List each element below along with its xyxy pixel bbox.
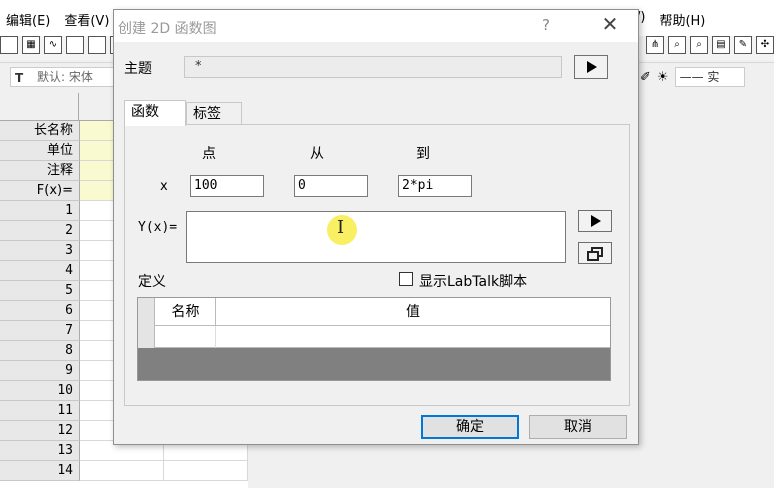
x-from-input[interactable]: 0 — [294, 175, 368, 197]
grid-corner — [138, 298, 155, 348]
points-column-label: 点 — [202, 146, 216, 162]
new-graph-icon[interactable]: ∿ — [44, 36, 62, 54]
tab-labels[interactable]: 标签 — [186, 102, 242, 126]
y-label: Y(x)= — [138, 220, 178, 235]
pen-icon[interactable]: ✐ — [640, 70, 651, 85]
new-workbook-icon[interactable]: ▦ — [22, 36, 40, 54]
label-row-header[interactable]: 单位 — [0, 141, 80, 161]
zoom-icon[interactable]: ⌕ — [668, 36, 686, 54]
subject-arrow-button[interactable] — [574, 55, 608, 79]
cancel-button[interactable]: 取消 — [529, 415, 627, 439]
row-header[interactable]: 2 — [0, 221, 80, 241]
line-style-combo[interactable]: —— 实 — [674, 67, 745, 87]
row-header[interactable]: 12 — [0, 421, 80, 441]
label-row-header[interactable]: F(x)= — [0, 181, 80, 201]
menu-edit[interactable]: 编辑(E) — [6, 10, 50, 29]
definitions-label: 定义 — [138, 274, 166, 290]
subject-label: 主题 — [124, 61, 152, 77]
label-row-header[interactable]: 长名称 — [0, 121, 80, 141]
tab-function[interactable]: 函数 — [124, 100, 186, 126]
row-header[interactable]: 7 — [0, 321, 80, 341]
tree-icon[interactable]: ⋔ — [646, 36, 664, 54]
show-labtalk-label[interactable]: 显示LabTalk脚本 — [419, 271, 527, 291]
font-combo-value: 默认: 宋体 — [37, 70, 93, 84]
menu-view[interactable]: 查看(V) — [64, 10, 109, 29]
label-row-header[interactable]: 注释 — [0, 161, 80, 181]
new-matrix-icon[interactable] — [66, 36, 84, 54]
row-header[interactable]: 1 — [0, 201, 80, 221]
cell-a[interactable] — [80, 461, 164, 481]
y-arrow-button[interactable] — [578, 210, 612, 232]
font-type-icon: T — [15, 71, 24, 85]
grid-header-value[interactable]: 值 — [216, 298, 610, 326]
graph-zoom-icon[interactable]: ⌕ — [690, 36, 708, 54]
grid-cell-name[interactable] — [156, 326, 216, 348]
play-icon — [587, 61, 597, 73]
play-icon — [591, 215, 601, 227]
row-header[interactable]: 11 — [0, 401, 80, 421]
notes-icon[interactable]: ✎ — [734, 36, 752, 54]
grid-header: 名称 值 — [138, 298, 610, 326]
row-header[interactable]: 10 — [0, 381, 80, 401]
grid-row[interactable] — [138, 326, 610, 348]
row-header[interactable]: 4 — [0, 261, 80, 281]
open-dialog-button[interactable] — [578, 242, 612, 264]
create-2d-function-dialog: 创建 2D 函数图 ? ✕ 主题 * 函数 标签 点 从 到 x 100 0 2… — [113, 9, 639, 445]
to-column-label: 到 — [416, 146, 430, 162]
table-icon[interactable]: ▤ — [712, 36, 730, 54]
x-to-input[interactable]: 2*pi — [398, 175, 472, 197]
close-icon[interactable]: ✕ — [598, 12, 622, 36]
brightness-icon[interactable]: ☀ — [657, 70, 669, 85]
show-labtalk-checkbox[interactable] — [399, 272, 413, 286]
x-label: x — [160, 179, 168, 194]
dialog-title-bar: 创建 2D 函数图 ? ✕ — [114, 10, 638, 42]
font-combo[interactable]: T 默认: 宋体 — [10, 67, 114, 87]
new-project-icon[interactable] — [0, 36, 18, 54]
grid-header-name[interactable]: 名称 — [156, 298, 216, 326]
row-header[interactable]: 13 — [0, 441, 80, 461]
ok-button[interactable]: 确定 — [421, 415, 519, 439]
y-expression-input[interactable]: I — [186, 211, 566, 263]
from-column-label: 从 — [310, 146, 324, 162]
menu-help[interactable]: 帮助(H) — [659, 10, 705, 29]
row-header[interactable]: 8 — [0, 341, 80, 361]
row-header[interactable]: 3 — [0, 241, 80, 261]
definitions-grid: 名称 值 — [137, 297, 611, 381]
help-icon[interactable]: ? — [542, 16, 550, 34]
row-header[interactable]: 14 — [0, 461, 80, 481]
row-header[interactable]: 6 — [0, 301, 80, 321]
new-function-icon[interactable] — [88, 36, 106, 54]
dialog-title: 创建 2D 函数图 — [118, 21, 217, 37]
cell-b[interactable] — [164, 461, 248, 481]
subject-field: * — [184, 56, 562, 78]
row-header[interactable]: 9 — [0, 361, 80, 381]
plugin-icon[interactable]: ✣ — [756, 36, 774, 54]
text-cursor-icon: I — [337, 217, 345, 238]
x-points-input[interactable]: 100 — [190, 175, 264, 197]
row-header[interactable]: 5 — [0, 281, 80, 301]
